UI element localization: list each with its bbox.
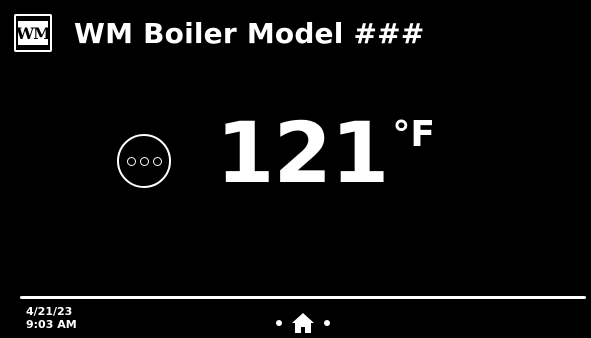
header: WM WM Boiler Model ### [14, 12, 424, 54]
temperature-value: 121 [216, 104, 389, 202]
home-button[interactable] [290, 311, 316, 335]
bottom-nav [276, 308, 330, 338]
home-icon [292, 313, 314, 333]
ellipsis-dot-icon [126, 156, 136, 166]
ellipsis-dot-icon [139, 156, 149, 166]
temperature-unit: °F [392, 114, 435, 155]
brand-logo: WM [14, 14, 52, 52]
ellipsis-dot-icon [152, 156, 162, 166]
datetime-display: 4/21/23 9:03 AM [26, 305, 77, 331]
brand-logo-mark: WM [16, 21, 51, 45]
time-label: 9:03 AM [26, 318, 77, 331]
nav-dot-left-icon [276, 320, 282, 326]
nav-dot-right-icon [324, 320, 330, 326]
more-options-button[interactable] [117, 134, 171, 188]
temperature-display: 121 °F [216, 103, 435, 203]
date-label: 4/21/23 [26, 305, 73, 318]
page-title: WM Boiler Model ### [74, 16, 425, 50]
footer-divider [20, 296, 586, 299]
